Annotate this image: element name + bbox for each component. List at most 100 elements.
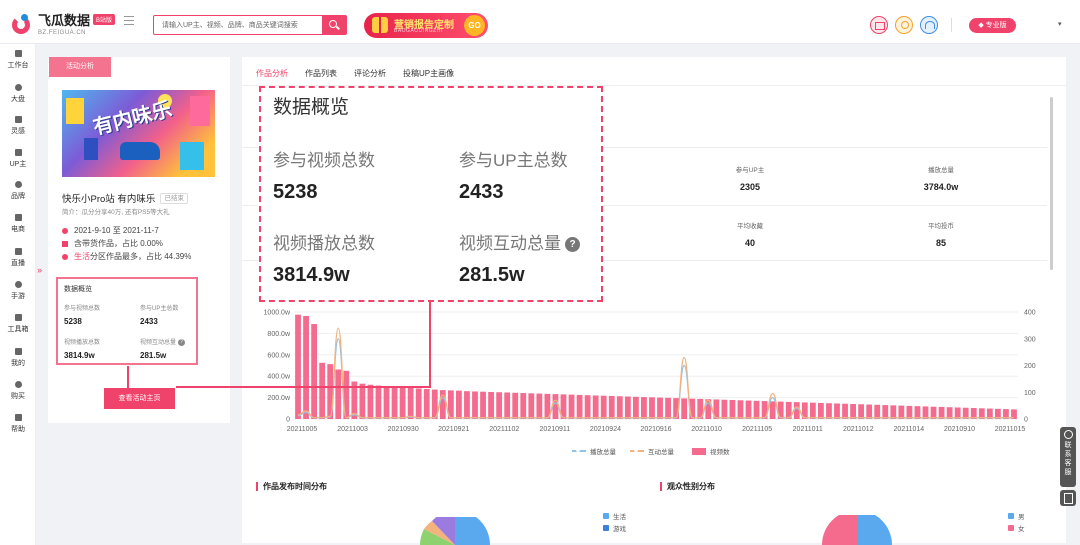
expand-sidebar-icon[interactable]: » (37, 265, 42, 275)
headset-icon[interactable] (920, 16, 938, 34)
clock-icon[interactable] (895, 16, 913, 34)
sidebar-item-7[interactable]: 手游 (0, 281, 36, 301)
legend-swatch (1008, 525, 1014, 531)
bar (616, 396, 623, 419)
bar (818, 402, 824, 419)
tab-1[interactable]: 作品列表 (305, 68, 337, 86)
customer-service-button[interactable]: 联系客服 (1060, 427, 1076, 487)
pie-legend-item[interactable]: 游戏 (603, 523, 626, 533)
bar (665, 397, 671, 419)
sidebar-item-4[interactable]: 品牌 (0, 181, 36, 201)
gift-icon (372, 17, 388, 33)
activity-name: 快乐小Pro站 有内味乐 (62, 194, 156, 205)
bar (737, 400, 744, 419)
tab-activity-analysis[interactable]: 活动分析 (49, 57, 111, 77)
activity-date: 2021-9-10 至 2021-11-7 (62, 225, 159, 236)
bar (407, 387, 414, 419)
search-input[interactable] (154, 16, 324, 34)
legend-line-icon (572, 448, 586, 452)
sidebar-item-0[interactable]: 工作台 (0, 50, 36, 70)
overview-label: 视频播放总数 (64, 340, 101, 346)
sidebar-item-label: 我的 (11, 360, 25, 367)
bar (504, 392, 511, 419)
legend-line-icon (630, 448, 644, 452)
promo-banner[interactable]: 营销报告定制 BAOGAODINGZHI GO (364, 13, 488, 38)
zoom-value: 2433 (459, 181, 504, 203)
sidebar-item-9[interactable]: 我的 (0, 348, 36, 368)
overview-title: 数据概览 (64, 286, 92, 293)
view-activity-button[interactable]: 查看活动主页 (104, 388, 175, 409)
tab-3[interactable]: 投稿UP主画像 (403, 68, 454, 86)
stat-label: 参与UP主 (735, 167, 765, 174)
pie-legend-item[interactable]: 生活 (603, 511, 626, 521)
scrollbar[interactable] (1050, 97, 1053, 270)
callout-connector (127, 366, 129, 388)
stat-item: 参与UP主 2305 (690, 164, 810, 192)
pie-slice (857, 515, 892, 545)
gamepad-icon (14, 281, 22, 288)
bar (399, 387, 406, 419)
cart-icon (14, 214, 22, 221)
zoom-title: 数据概览 (273, 97, 350, 118)
sidebar-item-11[interactable]: 帮助 (0, 414, 36, 434)
legend-item-interactions[interactable]: 互动总量 (630, 446, 674, 456)
help-icon[interactable]: ? (178, 338, 186, 346)
bar (552, 394, 559, 419)
stat-value: 85 (935, 238, 946, 248)
x-tick-label: 20210910 (944, 426, 975, 433)
help-icon[interactable]: ? (565, 237, 580, 253)
promo-subtitle: BAOGAODINGZHI (394, 28, 443, 34)
y-tick-label: 800.0w (267, 331, 291, 338)
purchase-icon (14, 381, 22, 388)
logo[interactable]: 飞瓜数据 B站版 BZ.FEIGUA.CN (10, 10, 116, 36)
feedback-icon[interactable] (1060, 490, 1076, 506)
x-tick-label: 20211014 (894, 426, 925, 433)
sidebar-item-label: 电商 (11, 226, 25, 233)
tab-2[interactable]: 评论分析 (354, 68, 386, 86)
legend-item-videos[interactable]: 视频数 (692, 446, 730, 456)
overview-value: 3814.9w (64, 351, 95, 360)
bar (898, 405, 905, 419)
sidebar-item-label: 品牌 (11, 193, 25, 200)
category-icon (62, 253, 68, 260)
search-button[interactable] (322, 16, 346, 34)
sidebar-item-1[interactable]: 大盘 (0, 84, 36, 104)
pie-legend-item[interactable]: 男 (1008, 511, 1025, 521)
search-icon (329, 20, 337, 28)
time-pie (420, 517, 490, 545)
zoom-label: 参与UP主总数 (459, 151, 568, 170)
gender-pie (822, 515, 892, 545)
x-tick-label: 20210930 (388, 426, 419, 433)
sidebar-item-6[interactable]: 直播 (0, 248, 36, 268)
sidebar-item-label: 帮助 (11, 426, 25, 433)
stat-item: 播放总量 3784.0w (881, 164, 1001, 192)
x-tick-label: 20211010 (691, 426, 722, 433)
vip-badge[interactable]: ◆ 专业版 (969, 18, 1016, 33)
pie-legend-item[interactable]: 女 (1008, 523, 1025, 533)
stat-value: 40 (744, 238, 755, 248)
market-icon (14, 84, 22, 91)
activity-goods: 含带货作品，占比 0.00% (62, 238, 163, 249)
sidebar-item-5[interactable]: 电商 (0, 214, 36, 234)
stat-value: 3784.0w (923, 182, 959, 192)
legend-bar-icon (692, 447, 706, 455)
promo-go-button[interactable]: GO (464, 15, 485, 36)
bar (367, 384, 374, 419)
sidebar-item-10[interactable]: 购买 (0, 381, 36, 401)
tab-0[interactable]: 作品分析 (256, 68, 288, 86)
legend-item-plays[interactable]: 播放总量 (572, 446, 616, 456)
sidebar-item-2[interactable]: 灵感 (0, 116, 36, 136)
bar (649, 397, 655, 419)
hamburger-menu-icon[interactable] (124, 16, 134, 25)
bar (496, 392, 503, 419)
stat-item: 平均投币 85 (881, 220, 1001, 248)
sidebar-item-3[interactable]: UP主 (0, 149, 36, 169)
mail-icon[interactable] (870, 16, 888, 34)
activity-cover-image: 有内味乐 (62, 90, 215, 177)
account-dropdown-icon[interactable]: ▾ (1058, 20, 1062, 28)
sidebar-item-8[interactable]: 工具箱 (0, 314, 36, 334)
sidebar-item-label: 灵感 (11, 128, 25, 135)
bar (592, 395, 599, 419)
bar (600, 395, 607, 419)
bar (657, 397, 663, 419)
